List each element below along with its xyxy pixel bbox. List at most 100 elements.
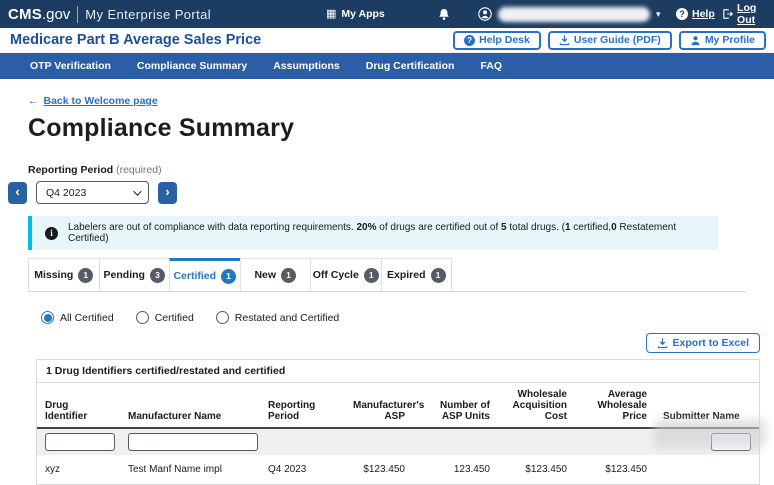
export-row: Export to Excel: [36, 333, 760, 353]
help-link[interactable]: ? Help: [676, 0, 715, 28]
tab-missing[interactable]: Missing 1: [28, 258, 100, 291]
cell-wholesale-acquisition-cost: $123.450: [525, 464, 567, 475]
chevron-down-icon: ▾: [656, 8, 661, 19]
col-drug-identifier: Drug Identifier: [37, 383, 120, 429]
apps-grid-icon: ▦: [326, 7, 337, 20]
my-profile-button[interactable]: My Profile: [678, 30, 766, 50]
radio-label: Certified: [154, 311, 194, 324]
header-buttons: ? Help Desk User Guide (PDF) My Profile: [453, 30, 766, 50]
tab-count-badge: 1: [363, 267, 379, 283]
tab-label: Certified: [173, 270, 217, 282]
certified-filter-radios: All Certified Certified Restated and Cer…: [41, 311, 760, 324]
user-name-redacted: [498, 6, 650, 22]
brand-divider: [77, 5, 79, 23]
person-icon: [691, 35, 700, 45]
tab-count-badge: 1: [281, 267, 297, 283]
brand-cms: CMS: [8, 5, 42, 23]
cell-manufacturers-asp: $123.450: [363, 464, 405, 475]
brand-gov: .gov: [41, 5, 71, 23]
top-bar: CMS .gov My Enterprise Portal ▦ My Apps ▾…: [0, 0, 774, 28]
user-guide-label: User Guide (PDF): [573, 34, 661, 46]
page-title: Compliance Summary: [28, 114, 295, 142]
tab-count-badge: 1: [221, 268, 237, 284]
back-to-welcome-link[interactable]: ← Back to Welcome page: [28, 95, 158, 107]
cell-drug-identifier: xyz: [45, 464, 60, 475]
reporting-period-label: Reporting Period (required): [28, 164, 760, 176]
tab-certified[interactable]: Certified 1: [169, 258, 241, 291]
col-manufacturer-name: Manufacturer Name: [120, 383, 260, 429]
next-period-button[interactable]: ›: [158, 181, 177, 204]
my-profile-label: My Profile: [704, 34, 755, 46]
my-apps-button[interactable]: ▦ My Apps: [326, 0, 385, 28]
app-title: Medicare Part B Average Sales Price: [10, 32, 262, 48]
certified-drugs-table: 1 Drug Identifiers certified/restated an…: [36, 359, 760, 485]
radio-restated-and-certified[interactable]: Restated and Certified: [215, 311, 340, 324]
back-arrow-icon: ←: [28, 95, 39, 107]
tab-label: Pending: [103, 269, 145, 281]
tab-count-badge: 1: [430, 267, 446, 283]
nav-item-drug-certification[interactable]: Drug Certification: [366, 60, 455, 72]
radio-certified[interactable]: Certified: [135, 311, 194, 324]
notifications-bell-icon[interactable]: [438, 0, 450, 28]
portal-title: My Enterprise Portal: [85, 6, 212, 22]
logout-link[interactable]: Log Out: [722, 0, 774, 28]
user-guide-button[interactable]: User Guide (PDF): [547, 30, 672, 50]
radio-button-icon: [215, 311, 229, 324]
cell-manufacturer-name: Test Manf Name impl: [128, 464, 222, 475]
status-tabs: Missing 1 Pending 3 Certified 1 New 1 Of…: [28, 258, 746, 292]
compliance-info-banner: i Labelers are out of compliance with da…: [28, 216, 718, 250]
tab-label: Expired: [386, 269, 426, 281]
my-apps-label: My Apps: [341, 8, 385, 20]
nav-item-compliance-summary[interactable]: Compliance Summary: [137, 60, 247, 72]
cell-number-of-asp-units: 123.450: [453, 464, 490, 475]
col-average-wholesale-price: Average Wholesale Price: [575, 383, 655, 429]
radio-label: All Certified: [60, 311, 114, 324]
main-nav: OTP Verification Compliance Summary Assu…: [0, 53, 774, 79]
filter-drug-identifier-input[interactable]: [45, 433, 115, 451]
radio-all-certified[interactable]: All Certified: [41, 311, 114, 324]
help-label: Help: [692, 8, 715, 20]
nav-item-faq[interactable]: FAQ: [480, 60, 502, 72]
col-manufacturers-asp: Manufacturer's ASP: [345, 383, 424, 429]
filter-manufacturer-name-input[interactable]: [128, 433, 258, 451]
download-icon: [657, 338, 667, 349]
reporting-period-select[interactable]: Q4 2023: [36, 181, 149, 204]
nav-item-otp-verification[interactable]: OTP Verification: [30, 60, 111, 72]
nav-item-assumptions[interactable]: Assumptions: [273, 60, 340, 72]
submitter-name-redacted: [654, 419, 766, 448]
logout-icon: [723, 9, 734, 19]
tab-count-badge: 3: [149, 267, 165, 283]
table-caption: 1 Drug Identifiers certified/restated an…: [37, 360, 759, 383]
app-header: Medicare Part B Average Sales Price ? He…: [0, 28, 774, 53]
cell-average-wholesale-price: $123.450: [605, 464, 647, 475]
export-to-excel-button[interactable]: Export to Excel: [645, 333, 760, 353]
radio-label: Restated and Certified: [234, 311, 340, 324]
tab-off-cycle[interactable]: Off Cycle 1: [310, 258, 382, 291]
cms-gov-logo[interactable]: CMS .gov: [8, 6, 70, 23]
col-reporting-period: Reporting Period: [260, 383, 345, 429]
reporting-period-value: Q4 2023: [46, 186, 87, 199]
table-row: xyz Test Manf Name impl Q4 2023 $123.450…: [37, 455, 759, 484]
reporting-period-label-text: Reporting Period: [28, 164, 114, 176]
export-label: Export to Excel: [672, 337, 749, 349]
required-note: (required): [113, 164, 162, 176]
cell-reporting-period: Q4 2023: [268, 464, 307, 475]
info-icon: i: [45, 226, 58, 240]
radio-button-icon: [41, 311, 54, 324]
download-icon: [559, 35, 570, 46]
tab-new[interactable]: New 1: [239, 258, 311, 291]
help-desk-label: Help Desk: [479, 34, 530, 46]
tab-expired[interactable]: Expired 1: [380, 258, 452, 291]
tab-pending[interactable]: Pending 3: [98, 258, 170, 291]
logout-label: Log Out: [737, 2, 757, 26]
previous-period-button[interactable]: ‹: [8, 181, 27, 204]
col-wholesale-acquisition-cost: Wholesale Acquisition Cost: [498, 383, 575, 429]
question-icon: ?: [676, 8, 688, 20]
help-desk-button[interactable]: ? Help Desk: [453, 30, 541, 50]
banner-text: Labelers are out of compliance with data…: [68, 222, 677, 244]
col-number-of-asp-units: Number of ASP Units: [413, 383, 498, 429]
user-avatar-icon: [478, 7, 492, 21]
question-icon: ?: [464, 34, 476, 46]
user-menu[interactable]: ▾: [478, 0, 661, 28]
tab-count-badge: 1: [78, 267, 94, 283]
